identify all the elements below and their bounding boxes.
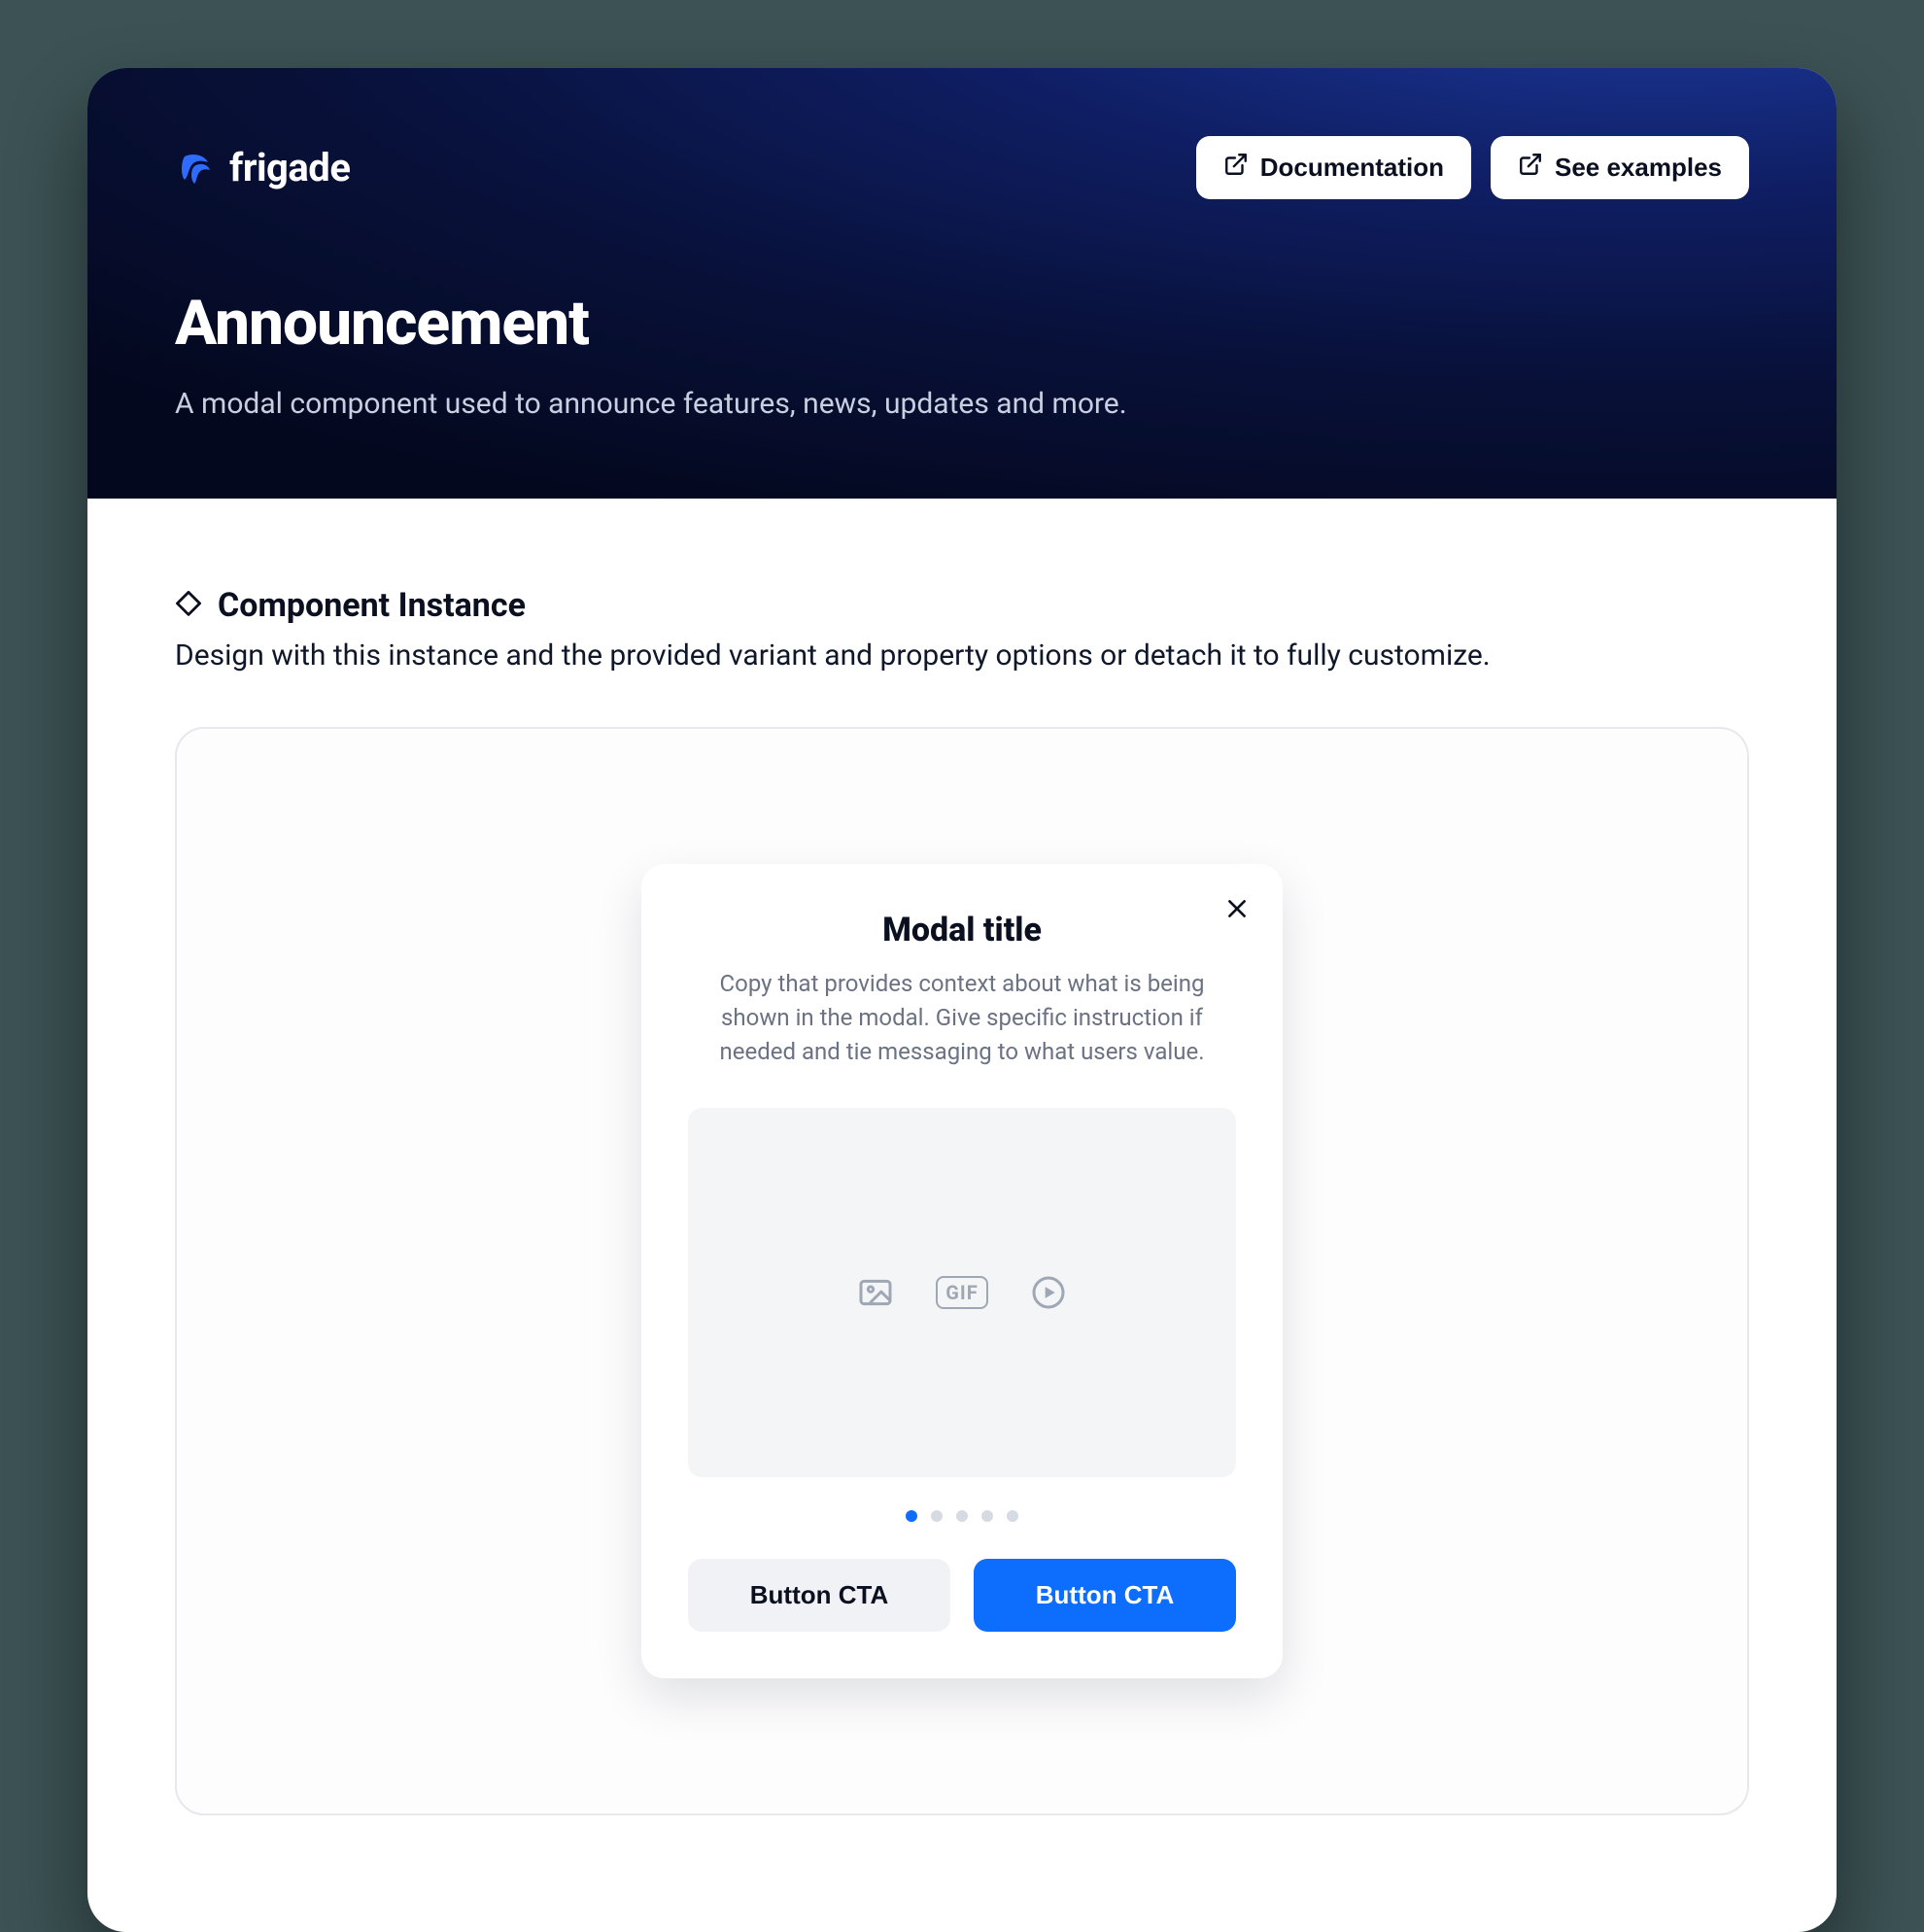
see-examples-label: See examples xyxy=(1555,153,1722,183)
page-title: Announcement xyxy=(175,287,1749,360)
component-card: frigade Documentation xyxy=(87,68,1837,1932)
image-icon xyxy=(856,1273,895,1312)
pagination-dot[interactable] xyxy=(906,1510,917,1522)
external-link-icon xyxy=(1518,152,1543,184)
brand-name: frigade xyxy=(229,145,350,190)
section-heading: Component Instance xyxy=(218,586,526,625)
see-examples-button[interactable]: See examples xyxy=(1491,136,1749,199)
pagination-dot[interactable] xyxy=(931,1510,943,1522)
media-placeholder: GIF xyxy=(688,1108,1236,1477)
secondary-cta-button[interactable]: Button CTA xyxy=(688,1559,950,1632)
primary-cta-button[interactable]: Button CTA xyxy=(974,1559,1236,1632)
body-section: Component Instance Design with this inst… xyxy=(87,499,1837,1932)
play-icon xyxy=(1029,1273,1068,1312)
modal-title: Modal title xyxy=(688,911,1236,949)
diamond-icon xyxy=(175,590,202,621)
hero-actions: Documentation See examples xyxy=(1196,136,1749,199)
announcement-modal: Modal title Copy that provides context a… xyxy=(641,864,1283,1677)
section-heading-row: Component Instance xyxy=(175,586,1749,625)
page-subtitle: A modal component used to announce featu… xyxy=(175,387,1749,421)
hero: frigade Documentation xyxy=(87,68,1837,499)
close-button[interactable] xyxy=(1220,893,1254,926)
pagination-dot[interactable] xyxy=(981,1510,993,1522)
pagination-dot[interactable] xyxy=(1007,1510,1018,1522)
hero-top-row: frigade Documentation xyxy=(175,136,1749,199)
documentation-button[interactable]: Documentation xyxy=(1196,136,1471,199)
cta-row: Button CTA Button CTA xyxy=(688,1559,1236,1632)
preview-canvas: Modal title Copy that provides context a… xyxy=(175,727,1749,1815)
section-subheading: Design with this instance and the provid… xyxy=(175,638,1749,673)
frigade-logo-icon xyxy=(175,149,214,188)
gif-icon: GIF xyxy=(936,1276,987,1309)
documentation-label: Documentation xyxy=(1260,153,1444,183)
modal-copy: Copy that provides context about what is… xyxy=(690,967,1234,1068)
pagination-dot[interactable] xyxy=(956,1510,968,1522)
pagination-dots xyxy=(688,1510,1236,1522)
close-icon xyxy=(1224,896,1250,924)
brand-logo: frigade xyxy=(175,145,350,190)
external-link-icon xyxy=(1223,152,1249,184)
